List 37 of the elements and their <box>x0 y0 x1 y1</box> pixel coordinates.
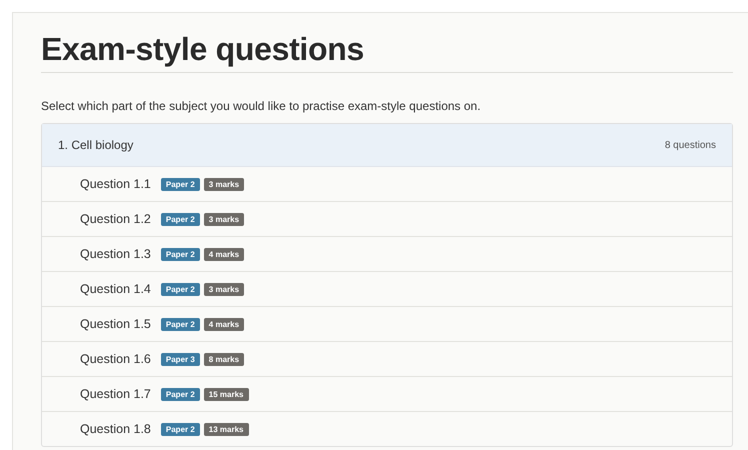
question-row[interactable]: Question 1.7 Paper 2 15 marks <box>42 377 732 412</box>
question-row[interactable]: Question 1.4 Paper 2 3 marks <box>42 272 732 307</box>
question-row[interactable]: Question 1.1 Paper 2 3 marks <box>42 167 732 202</box>
question-row[interactable]: Question 1.8 Paper 2 13 marks <box>42 412 732 446</box>
marks-tag: 4 marks <box>204 318 244 330</box>
question-link[interactable]: Question 1.4 <box>80 282 151 296</box>
marks-tag: 4 marks <box>204 248 244 260</box>
marks-tag: 3 marks <box>204 212 244 226</box>
page-title: Exam-style questions <box>41 13 733 73</box>
question-link[interactable]: Question 1.8 <box>80 422 151 436</box>
paper-tag: Paper 2 <box>160 388 200 400</box>
question-row[interactable]: Question 1.6 Paper 3 8 marks <box>42 342 732 377</box>
paper-tag: Paper 2 <box>160 422 200 436</box>
paper-tag: Paper 2 <box>160 318 200 330</box>
paper-tag: Paper 2 <box>160 248 200 260</box>
marks-tag: 3 marks <box>204 282 244 296</box>
question-link[interactable]: Question 1.3 <box>80 247 151 261</box>
paper-tag: Paper 2 <box>160 282 200 296</box>
marks-tag: 13 marks <box>204 422 248 436</box>
question-row[interactable]: Question 1.3 Paper 2 4 marks <box>42 237 732 272</box>
paper-tag: Paper 2 <box>160 212 200 226</box>
question-row[interactable]: Question 1.2 Paper 2 3 marks <box>42 202 732 237</box>
paper-tag: Paper 2 <box>160 178 200 190</box>
question-link[interactable]: Question 1.2 <box>80 212 151 226</box>
intro-text: Select which part of the subject you would like to practise exam-style questions on. <box>41 99 482 113</box>
question-link[interactable]: Question 1.1 <box>80 177 151 191</box>
paper-tag: Paper 3 <box>160 352 200 366</box>
question-link[interactable]: Question 1.5 <box>80 317 151 331</box>
marks-tag: 3 marks <box>204 178 244 190</box>
topic-header[interactable]: 1. Cell biology 8 questions <box>42 124 732 167</box>
question-link[interactable]: Question 1.7 <box>80 387 151 401</box>
marks-tag: 15 marks <box>204 388 248 400</box>
topic-name: 1. Cell biology <box>58 138 134 152</box>
marks-tag: 8 marks <box>204 352 244 366</box>
question-count: 8 questions <box>664 140 716 150</box>
question-link[interactable]: Question 1.6 <box>80 352 151 366</box>
question-row[interactable]: Question 1.5 Paper 2 4 marks <box>42 307 732 342</box>
